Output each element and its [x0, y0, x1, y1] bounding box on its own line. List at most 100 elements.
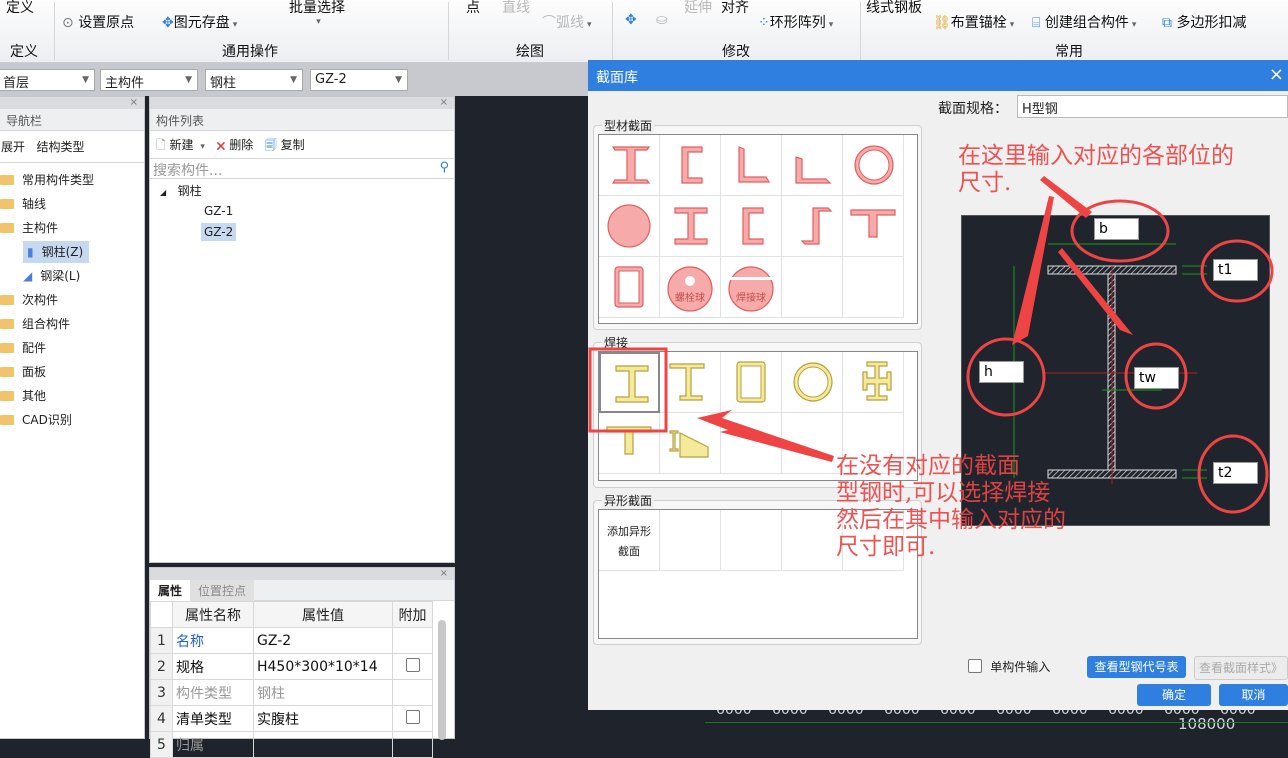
property-row[interactable]: 3 构件类型 钢柱 [150, 679, 433, 706]
scrollbar[interactable] [438, 620, 446, 740]
section-welded-t[interactable] [599, 413, 660, 474]
property-value[interactable]: 实腹柱 [253, 705, 393, 732]
close-icon[interactable]: × [150, 568, 454, 580]
search-box[interactable]: 搜索构件... ⚲ [150, 159, 454, 179]
add-custom-section-button[interactable]: 添加异形 截面 [599, 510, 660, 571]
section-i-beam-hot-rolled[interactable] [599, 135, 660, 196]
section-cell[interactable] [782, 413, 843, 474]
section-i-beam-welded[interactable] [660, 196, 721, 257]
extra-checkbox[interactable] [405, 657, 420, 672]
define-button[interactable]: 定义 [6, 0, 34, 17]
nav-item[interactable]: ◢ 钢梁(L) [23, 265, 80, 287]
set-origin-button[interactable]: ⊙ 设置原点 [62, 12, 134, 32]
extra-checkbox[interactable] [405, 709, 420, 724]
tree-node-steel-column[interactable]: ◢ 钢柱 [160, 182, 202, 199]
nav-item[interactable]: 组合构件 [0, 313, 70, 335]
dim-b-input[interactable]: b [1094, 218, 1139, 240]
structure-type-button[interactable]: 结构类型 [36, 140, 84, 154]
move-icon[interactable]: ✥ [625, 12, 637, 28]
section-welded-i-unequal[interactable] [660, 352, 721, 413]
create-assembly-button[interactable]: ⌸ 创建组合构件 ▾ [1032, 12, 1136, 32]
property-row[interactable]: 5 归属 [150, 731, 433, 758]
section-unequal-angle[interactable] [782, 135, 843, 196]
section-pipe[interactable] [843, 135, 904, 196]
section-welded-box[interactable] [721, 352, 782, 413]
property-value[interactable]: 钢柱 [253, 679, 393, 706]
dim-t1-input[interactable]: t1 [1213, 259, 1258, 281]
section-cell[interactable] [843, 257, 904, 318]
tree-item-gz2[interactable]: GZ-2 [201, 223, 237, 241]
close-icon[interactable]: × [1269, 64, 1284, 85]
nav-item[interactable]: 主构件 [0, 217, 58, 239]
polygon-deduct-button[interactable]: ⧉ 多边形扣减 [1162, 12, 1246, 32]
nav-item[interactable]: 面板 [0, 361, 46, 383]
single-input-checkbox[interactable]: 单构件输入 [968, 658, 1050, 675]
nav-item[interactable]: 次构件 [0, 289, 58, 311]
nav-item[interactable]: 轴线 [0, 193, 46, 215]
dim-t2-input[interactable]: t2 [1213, 462, 1258, 484]
search-input[interactable]: 搜索构件... [153, 160, 222, 180]
search-icon[interactable]: ⚲ [439, 160, 449, 175]
property-row[interactable]: 2 规格 H450*300*10*14 [150, 653, 433, 680]
cancel-button[interactable]: 取消 [1219, 684, 1288, 706]
section-channel-hot-rolled[interactable] [660, 135, 721, 196]
line-button[interactable]: 直线 [502, 0, 530, 17]
point-button[interactable]: 点 [466, 0, 480, 17]
property-name: 构件类型 [172, 679, 254, 706]
section-equal-angle[interactable] [721, 135, 782, 196]
stamp-icon[interactable]: ⛀ [656, 12, 668, 28]
expand-button[interactable]: 展开 [1, 140, 25, 154]
tab-control-points[interactable]: 位置控点 [190, 580, 255, 601]
line-plate-button[interactable]: 线式钢板 [866, 0, 922, 17]
section-welded-cross[interactable] [843, 352, 904, 413]
close-icon[interactable]: × [0, 97, 144, 109]
section-z-section[interactable] [782, 196, 843, 257]
close-icon[interactable]: × [150, 97, 454, 109]
section-welded-pipe[interactable] [782, 352, 843, 413]
property-value[interactable]: H450*300*10*14 [253, 653, 393, 680]
property-row[interactable]: 1 名称 GZ-2 [150, 627, 433, 654]
nav-item[interactable]: 其他 [0, 385, 46, 407]
arc-button[interactable]: ⌒弧线 ▾ [542, 12, 592, 32]
property-row[interactable]: 4 清单类型 实腹柱 [150, 705, 433, 732]
new-button[interactable]: 🗋 新建 ▾ [156, 138, 205, 152]
section-round-bar[interactable] [599, 196, 660, 257]
section-welded-h[interactable] [599, 352, 660, 413]
section-t-section[interactable] [843, 196, 904, 257]
section-rect-tube[interactable] [599, 257, 660, 318]
view-style-button[interactable]: 查看截面样式》 [1194, 656, 1288, 680]
section-bolt-ball[interactable]: 螺栓球 [660, 257, 721, 318]
circular-array-button[interactable]: ⁘环形阵列 ▾ [758, 12, 833, 32]
property-value[interactable] [253, 731, 393, 758]
section-weld-ball[interactable]: 焊接球 [721, 257, 782, 318]
nav-item[interactable]: CAD识别 [0, 409, 72, 431]
code-table-button[interactable]: 查看型钢代号表 [1087, 656, 1186, 678]
component-select[interactable]: GZ-2 ▼ [310, 69, 408, 91]
category-select[interactable]: 主构件 ▼ [100, 69, 198, 91]
section-channel-cold[interactable] [721, 196, 782, 257]
label: 面板 [22, 365, 47, 379]
spec-input[interactable]: H型钢 [1017, 95, 1288, 118]
property-value[interactable]: GZ-2 [253, 627, 393, 654]
type-select[interactable]: 钢柱 ▼ [205, 69, 303, 91]
tab-properties[interactable]: 属性 [150, 580, 191, 601]
anchor-bolt-button[interactable]: ⛓布置锚栓 ▾ [933, 12, 1014, 32]
section-cell[interactable] [721, 413, 782, 474]
section-welded-composite[interactable] [660, 413, 721, 474]
section-cell[interactable] [782, 257, 843, 318]
dim-h-input[interactable]: h [979, 361, 1024, 383]
tree-item-gz1[interactable]: GZ-1 [201, 202, 236, 220]
batch-select-button[interactable]: 批量选择 ▾ [289, 0, 345, 27]
nav-item[interactable]: 配件 [0, 337, 46, 359]
save-elements-button[interactable]: ✥图元存盘 ▾ [162, 12, 237, 32]
floor-select[interactable]: 首层 ▼ [0, 69, 95, 91]
delete-button[interactable]: 🗙 删除 [216, 138, 253, 152]
align-button[interactable]: 对齐 [721, 0, 749, 17]
copy-button[interactable]: 🗐 复制 [265, 138, 305, 152]
folder-icon [0, 223, 14, 233]
nav-item[interactable]: ▮ 钢柱(Z) [23, 241, 90, 263]
dim-tw-input[interactable]: tw [1134, 367, 1179, 389]
extend-button[interactable]: 延伸 [684, 0, 712, 17]
ok-button[interactable]: 确定 [1137, 684, 1211, 706]
nav-item[interactable]: 常用构件类型 [0, 169, 94, 191]
